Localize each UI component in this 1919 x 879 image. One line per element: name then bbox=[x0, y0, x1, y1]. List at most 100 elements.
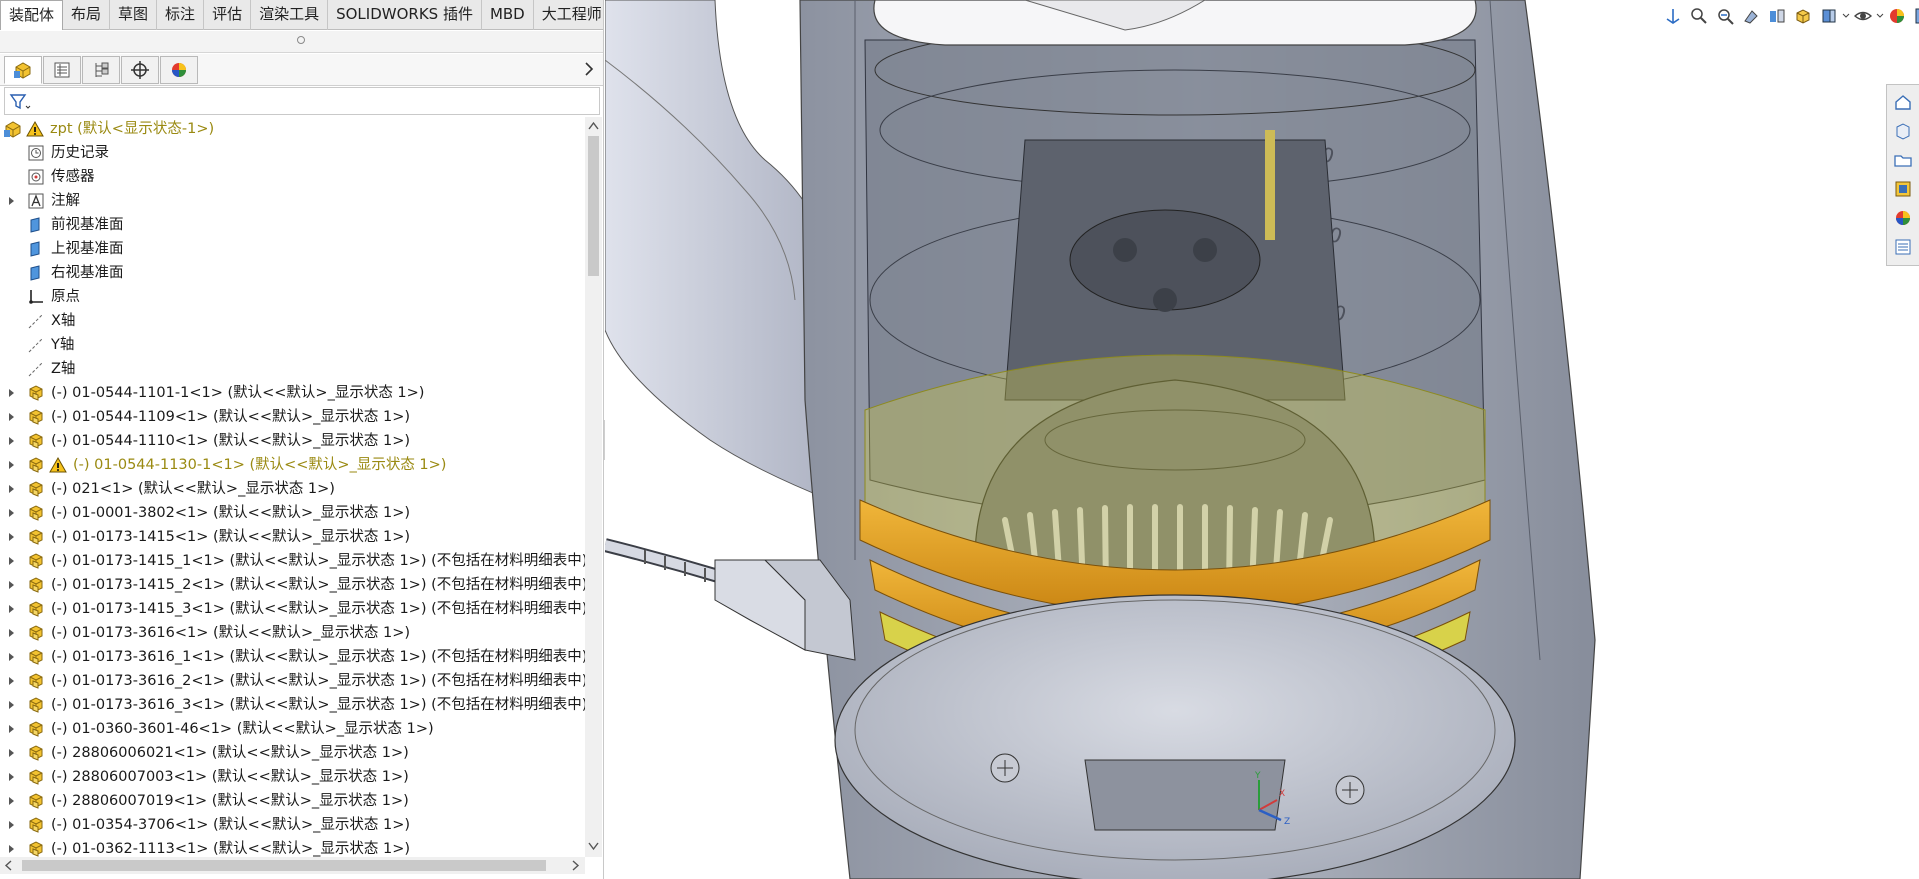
chevron-right-icon[interactable] bbox=[582, 60, 596, 78]
tree-component-row[interactable]: (-) 01-0354-3706<1> (默认<<默认>_显示状态 1>) bbox=[0, 813, 585, 837]
display-style-button[interactable] bbox=[1816, 3, 1842, 29]
command-manager-collapse-strip[interactable] bbox=[0, 31, 603, 53]
expand-arrow-icon[interactable] bbox=[9, 197, 14, 205]
view-orientation-button[interactable] bbox=[1790, 3, 1816, 29]
view-palette-tab[interactable] bbox=[1890, 176, 1916, 202]
tree-component-row[interactable]: (-) 01-0173-3616_2<1> (默认<<默认>_显示状态 1>) … bbox=[0, 669, 585, 693]
tree-component-row[interactable]: (-) 01-0362-1113<1> (默认<<默认>_显示状态 1>) bbox=[0, 837, 585, 857]
expand-arrow-icon[interactable] bbox=[9, 773, 14, 781]
tree-component-row[interactable]: (-) 01-0001-3802<1> (默认<<默认>_显示状态 1>) bbox=[0, 501, 585, 525]
tree-component-row[interactable]: (-) 01-0173-3616_3<1> (默认<<默认>_显示状态 1>) … bbox=[0, 693, 585, 717]
edit-appearance-button[interactable] bbox=[1884, 3, 1910, 29]
tree-item-origin-6[interactable]: 原点 bbox=[0, 285, 585, 309]
tab-assembly[interactable]: 装配体 bbox=[0, 0, 64, 30]
tree-item-axis-8[interactable]: Y轴 bbox=[0, 333, 585, 357]
tree-component-row[interactable]: (-) 021<1> (默认<<默认>_显示状态 1>) bbox=[0, 477, 585, 501]
tree-item-annotation-2[interactable]: 注解 bbox=[0, 189, 585, 213]
tree-item-plane-5[interactable]: 右视基准面 bbox=[0, 261, 585, 285]
tree-component-row[interactable]: (-) 01-0173-3616<1> (默认<<默认>_显示状态 1>) bbox=[0, 621, 585, 645]
tab-evaluate[interactable]: 评估 bbox=[204, 0, 252, 30]
expand-arrow-icon[interactable] bbox=[9, 461, 14, 469]
expand-arrow-icon[interactable] bbox=[9, 485, 14, 493]
feature-tree[interactable]: zpt (默认<显示状态-1>) 历史记录 传感器 注解 前视基准面 上视基准面 右视基准面… bbox=[0, 117, 585, 857]
filter-icon[interactable] bbox=[9, 92, 31, 112]
expand-arrow-icon[interactable] bbox=[9, 533, 14, 541]
tab-sketch[interactable]: 草图 bbox=[110, 0, 158, 30]
tree-component-row[interactable]: (-) 28806007003<1> (默认<<默认>_显示状态 1>) bbox=[0, 765, 585, 789]
tree-item-sensor-1[interactable]: 传感器 bbox=[0, 165, 585, 189]
tree-component-row[interactable]: (-) 01-0173-1415_2<1> (默认<<默认>_显示状态 1>) … bbox=[0, 573, 585, 597]
expand-arrow-icon[interactable] bbox=[9, 413, 14, 421]
scroll-right-icon[interactable] bbox=[568, 859, 582, 872]
dimxpert-manager-tab[interactable] bbox=[121, 56, 159, 84]
zoom-to-fit-button[interactable] bbox=[1660, 3, 1686, 29]
graphics-area[interactable]: 800 600 400 bbox=[605, 0, 1919, 879]
tree-vertical-scrollbar[interactable] bbox=[585, 117, 602, 857]
tree-component-row[interactable]: (-) 01-0544-1101-1<1> (默认<<默认>_显示状态 1>) bbox=[0, 381, 585, 405]
display-style-dropdown[interactable] bbox=[1842, 3, 1850, 29]
zoom-area-button[interactable] bbox=[1686, 3, 1712, 29]
dynamic-annotation-button[interactable] bbox=[1764, 3, 1790, 29]
tree-component-row[interactable]: (-) 28806007019<1> (默认<<默认>_显示状态 1>) bbox=[0, 789, 585, 813]
tree-item-plane-3[interactable]: 前视基准面 bbox=[0, 213, 585, 237]
tab-render-tools[interactable]: 渲染工具 bbox=[251, 0, 329, 30]
configuration-manager-tab[interactable] bbox=[82, 56, 120, 84]
hide-show-items-button[interactable] bbox=[1850, 3, 1876, 29]
kettle-assembly-model[interactable]: 800 600 400 bbox=[605, 0, 1919, 879]
collapse-handle-icon[interactable] bbox=[297, 36, 305, 44]
tree-component-row[interactable]: (-) 28806006021<1> (默认<<默认>_显示状态 1>) bbox=[0, 741, 585, 765]
previous-view-button[interactable] bbox=[1712, 3, 1738, 29]
tree-component-row[interactable]: (-) 01-0544-1110<1> (默认<<默认>_显示状态 1>) bbox=[0, 429, 585, 453]
horizontal-scroll-thumb[interactable] bbox=[22, 860, 546, 871]
tree-filter-bar[interactable] bbox=[4, 87, 600, 115]
vertical-scroll-thumb[interactable] bbox=[588, 136, 599, 276]
tree-component-row[interactable]: (-) 01-0173-1415_1<1> (默认<<默认>_显示状态 1>) … bbox=[0, 549, 585, 573]
solidworks-resources-tab[interactable] bbox=[1890, 89, 1916, 115]
tree-item-history-0[interactable]: 历史记录 bbox=[0, 141, 585, 165]
tree-item-axis-9[interactable]: Z轴 bbox=[0, 357, 585, 381]
tree-horizontal-scrollbar[interactable] bbox=[0, 857, 585, 874]
tree-component-row[interactable]: (-) 01-0173-3616_1<1> (默认<<默认>_显示状态 1>) … bbox=[0, 645, 585, 669]
tree-component-row[interactable]: (-) 01-0173-1415<1> (默认<<默认>_显示状态 1>) bbox=[0, 525, 585, 549]
expand-arrow-icon[interactable] bbox=[9, 437, 14, 445]
expand-arrow-icon[interactable] bbox=[9, 581, 14, 589]
expand-arrow-icon[interactable] bbox=[9, 653, 14, 661]
expand-arrow-icon[interactable] bbox=[9, 797, 14, 805]
apply-scene-button[interactable] bbox=[1910, 3, 1919, 29]
expand-arrow-icon[interactable] bbox=[9, 821, 14, 829]
tree-root-assembly[interactable]: zpt (默认<显示状态-1>) bbox=[0, 117, 585, 141]
tree-component-row[interactable]: (-) 01-0173-1415_3<1> (默认<<默认>_显示状态 1>) … bbox=[0, 597, 585, 621]
tree-component-row[interactable]: (-) 01-0544-1130-1<1> (默认<<默认>_显示状态 1>) bbox=[0, 453, 585, 477]
tree-component-row[interactable]: (-) 01-0360-3601-46<1> (默认<<默认>_显示状态 1>) bbox=[0, 717, 585, 741]
expand-arrow-icon[interactable] bbox=[9, 557, 14, 565]
scroll-up-icon[interactable] bbox=[587, 119, 600, 133]
design-library-tab[interactable] bbox=[1890, 118, 1916, 144]
expand-arrow-icon[interactable] bbox=[9, 845, 14, 853]
expand-arrow-icon[interactable] bbox=[9, 629, 14, 637]
tab-big-engineer[interactable]: 大工程师 bbox=[534, 0, 603, 30]
custom-properties-tab[interactable] bbox=[1890, 234, 1916, 260]
expand-arrow-icon[interactable] bbox=[9, 749, 14, 757]
expand-arrow-icon[interactable] bbox=[9, 389, 14, 397]
tab-markup[interactable]: 标注 bbox=[157, 0, 205, 30]
display-manager-tab[interactable] bbox=[160, 56, 198, 84]
appearances-tab[interactable] bbox=[1890, 205, 1916, 231]
tree-item-plane-4[interactable]: 上视基准面 bbox=[0, 237, 585, 261]
expand-arrow-icon[interactable] bbox=[9, 725, 14, 733]
scroll-down-icon[interactable] bbox=[587, 839, 600, 853]
feature-manager-tab[interactable] bbox=[4, 56, 42, 84]
file-explorer-tab[interactable] bbox=[1890, 147, 1916, 173]
hide-show-dropdown[interactable] bbox=[1876, 3, 1884, 29]
expand-arrow-icon[interactable] bbox=[9, 509, 14, 517]
section-view-button[interactable] bbox=[1738, 3, 1764, 29]
tab-solidworks-addins[interactable]: SOLIDWORKS 插件 bbox=[328, 0, 482, 30]
scroll-left-icon[interactable] bbox=[2, 859, 16, 872]
tree-item-axis-7[interactable]: X轴 bbox=[0, 309, 585, 333]
tree-component-row[interactable]: (-) 01-0544-1109<1> (默认<<默认>_显示状态 1>) bbox=[0, 405, 585, 429]
tab-layout[interactable]: 布局 bbox=[63, 0, 111, 30]
expand-arrow-icon[interactable] bbox=[9, 701, 14, 709]
expand-arrow-icon[interactable] bbox=[9, 677, 14, 685]
tab-mbd[interactable]: MBD bbox=[482, 0, 534, 30]
property-manager-tab[interactable] bbox=[43, 56, 81, 84]
expand-arrow-icon[interactable] bbox=[9, 605, 14, 613]
